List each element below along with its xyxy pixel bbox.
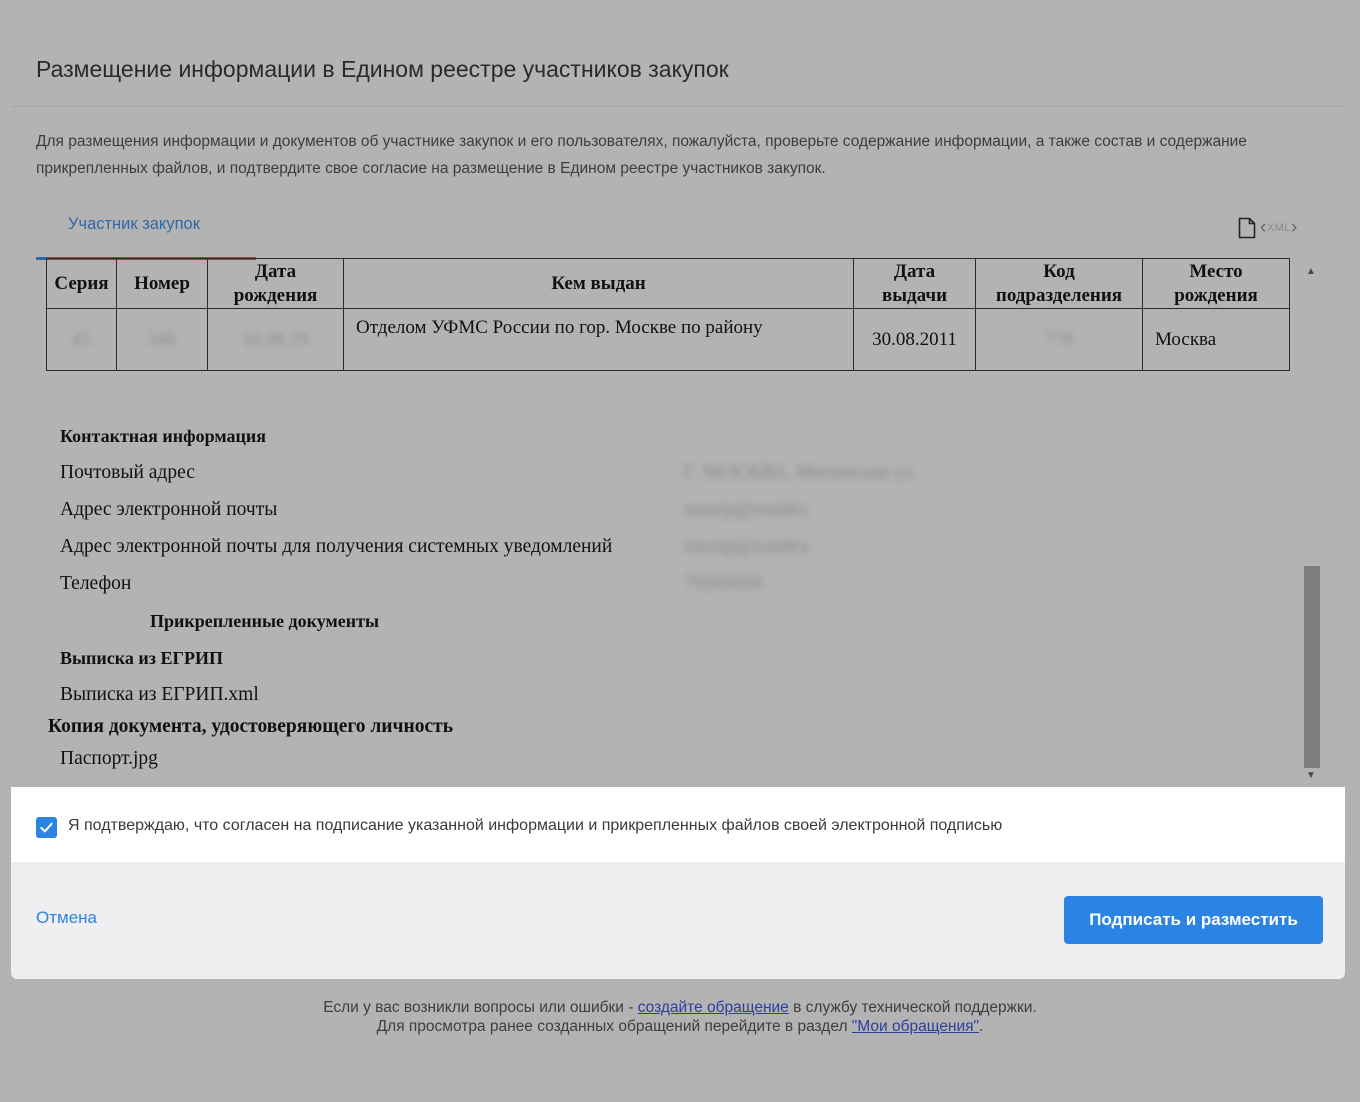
col-birth-place-l2: рождения: [1174, 284, 1258, 306]
checkmark-icon: [40, 822, 53, 833]
consent-label[interactable]: Я подтверждаю, что согласен на подписани…: [68, 817, 1002, 835]
col-issue-date-l2: выдачи: [881, 284, 948, 306]
footer-line-1: Если у вас возникли вопросы или ошибки -…: [0, 999, 1360, 1017]
xml-view-icon[interactable]: ‹XML›: [1260, 217, 1298, 239]
tab-participant[interactable]: Участник закупок: [36, 214, 256, 260]
attachments-heading: Прикрепленные документы: [150, 611, 379, 631]
cell-birth-place: Москва: [1142, 308, 1290, 371]
egrip-heading: Выписка из ЕГРИП: [60, 648, 223, 668]
phone-value: 79265058: [684, 573, 762, 594]
footer-text-1a: Если у вас возникли вопросы или ошибки -: [323, 999, 638, 1016]
col-issue-date: Дата выдачи: [853, 258, 976, 309]
footer-text-2b: .: [979, 1018, 984, 1035]
postal-address-value: Г. МОСКВА, Митинская ул.: [684, 462, 918, 483]
cancel-link[interactable]: Отмена: [36, 908, 97, 928]
xml-tools: ‹XML›: [1238, 217, 1298, 239]
cell-issued-by: Отделом УФМС России по гор. Москве по ра…: [343, 308, 854, 371]
passport-file[interactable]: Паспорт.jpg: [60, 748, 158, 770]
document-icon[interactable]: [1238, 217, 1256, 239]
col-birth-place-l1: Место: [1189, 260, 1243, 282]
document-preview: Серия Номер Дата рождения Кем выдан Дата…: [36, 258, 1302, 788]
dialog-intro: Для размещения информации и документов о…: [36, 133, 1247, 177]
email-label: Адрес электронной почты: [60, 499, 278, 520]
footer-text-2a: Для просмотра ранее созданных обращений …: [376, 1018, 852, 1035]
col-division-code-l2: подразделения: [995, 284, 1123, 306]
cell-number: 346: [116, 308, 208, 371]
id-document-heading: Копия документа, удостоверяющего личност…: [48, 716, 454, 737]
postal-address-label: Почтовый адрес: [60, 462, 195, 483]
notify-email-value: nazaip@yandex: [684, 536, 810, 557]
contact-heading: Контактная информация: [60, 426, 266, 446]
scrollbar-thumb[interactable]: [1304, 566, 1320, 768]
col-birth-date-l2: рождения: [233, 284, 318, 306]
notify-email-label: Адрес электронной почты для получения си…: [60, 536, 613, 557]
email-value: nazaip@yandex: [684, 499, 810, 520]
create-request-link[interactable]: создайте обращение: [638, 999, 789, 1016]
sign-and-publish-button[interactable]: Подписать и разместить: [1064, 896, 1323, 944]
col-birth-date-l1: Дата: [254, 260, 297, 282]
phone-label: Телефон: [60, 573, 132, 594]
confirm-row: Я подтверждаю, что согласен на подписани…: [11, 787, 1345, 862]
cell-series: 45: [46, 308, 117, 371]
cell-birth-date: 16.08.19: [207, 308, 344, 371]
footer-line-2: Для просмотра ранее созданных обращений …: [0, 1018, 1360, 1036]
dialog-title: Размещение информации в Едином реестре у…: [36, 56, 729, 82]
scroll-down-icon[interactable]: ▼: [1306, 770, 1316, 781]
consent-checkbox[interactable]: [36, 817, 57, 838]
col-division-code: Код подразделения: [975, 258, 1143, 309]
table-row: 45 346 16.08.19 Отделом УФМС России по г…: [46, 308, 1290, 371]
confirmation-panel: Я подтверждаю, что согласен на подписани…: [11, 787, 1345, 979]
passport-table: Серия Номер Дата рождения Кем выдан Дата…: [46, 258, 1290, 371]
egrip-file[interactable]: Выписка из ЕГРИП.xml: [60, 684, 259, 706]
my-requests-link[interactable]: "Мои обращения": [852, 1018, 979, 1035]
col-series: Серия: [46, 258, 117, 309]
col-number: Номер: [116, 258, 208, 309]
preview-scrollbar[interactable]: ▲ ▼: [1302, 260, 1322, 788]
footer-text-1b: в службу технической поддержки.: [788, 999, 1037, 1016]
title-divider: [12, 106, 1344, 107]
cell-issue-date: 30.08.2011: [853, 308, 976, 371]
col-issued-by: Кем выдан: [343, 258, 854, 309]
xml-label: XML: [1266, 222, 1291, 234]
col-birth-date: Дата рождения: [207, 258, 344, 309]
scroll-up-icon[interactable]: ▲: [1306, 266, 1316, 277]
cell-division-code: 770: [975, 308, 1143, 371]
col-birth-place: Место рождения: [1142, 258, 1290, 309]
col-issue-date-l1: Дата: [893, 260, 936, 282]
tab-participant-label: Участник закупок: [68, 215, 200, 233]
col-division-code-l1: Код: [1043, 260, 1075, 282]
table-header-row: Серия Номер Дата рождения Кем выдан Дата…: [46, 258, 1290, 309]
